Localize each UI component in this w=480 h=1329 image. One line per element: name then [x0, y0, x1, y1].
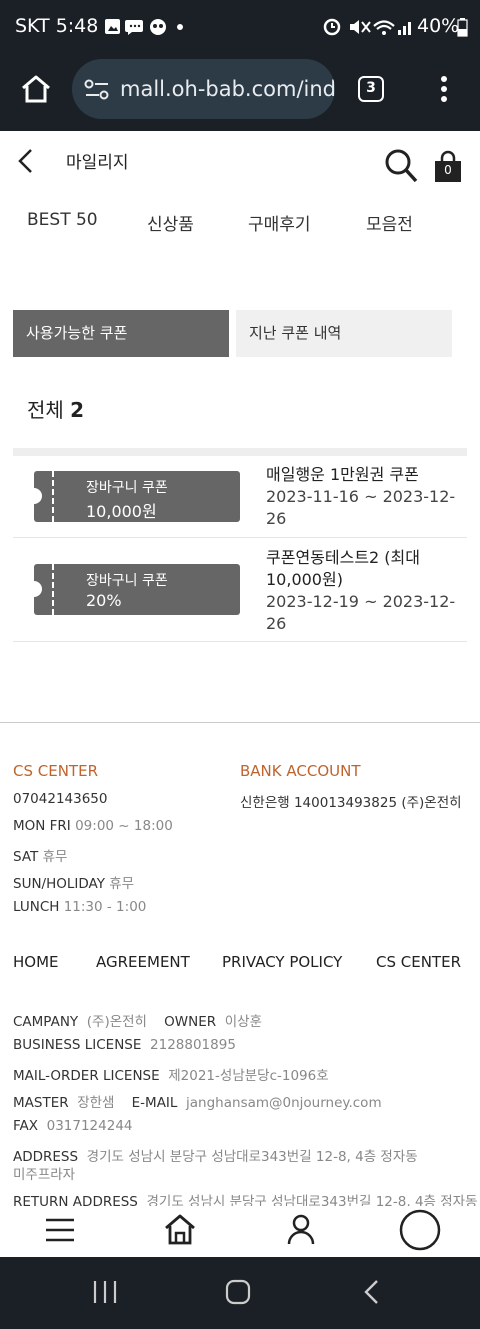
page-title: 마일리지 [66, 153, 129, 173]
coupon-card: 장바구니 쿠폰 20% [34, 564, 240, 615]
cs-saturday: SAT 휴무 [13, 845, 67, 865]
footer-link-privacy[interactable]: PRIVACY POLICY [222, 953, 342, 971]
back-button-icon[interactable] [362, 1279, 382, 1305]
cs-phone[interactable]: 07042143650 [13, 791, 107, 807]
sun-value: 휴무 [109, 876, 135, 892]
url-bar[interactable]: mall.oh-bab.com/inde [72, 59, 335, 119]
home-button-icon[interactable] [225, 1279, 251, 1305]
master-value: 장한샘 [77, 1095, 115, 1111]
biz-value: 2128801895 [150, 1037, 236, 1053]
address-value: 경기도 성남시 분당구 성남대로343번길 12-8, 4층 정자동 [86, 1149, 418, 1165]
coupon-card: 장바구니 쿠폰 10,000원 [34, 471, 240, 522]
coupon-dates: 2023-12-19 ~ 2023-12-26 [266, 592, 456, 633]
total-count: 2 [70, 398, 85, 422]
search-icon[interactable] [384, 148, 418, 184]
coupon-card-label: 장바구니 쿠폰 [86, 573, 168, 589]
coupon-perforation [52, 564, 54, 615]
biz-label: BUSINESS LICENSE [13, 1037, 142, 1053]
system-status-icons [323, 18, 411, 36]
system-navigation-bar [0, 1257, 480, 1329]
mail-value: 제2021-성남분당c-1096호 [168, 1068, 329, 1084]
mail-order-license: MAIL-ORDER LICENSE 제2021-성남분당c-1096호 [13, 1064, 329, 1084]
tab-available-coupons[interactable]: 사용가능한 쿠폰 [13, 310, 229, 357]
sat-value: 휴무 [42, 849, 68, 865]
address: ADDRESS 경기도 성남시 분당구 성남대로343번길 12-8, 4층 정… [13, 1145, 418, 1165]
hours-label: MON FRI [13, 818, 71, 834]
cart-button[interactable]: 0 [434, 150, 462, 184]
address-line-2: 미주프라자 [13, 1167, 76, 1183]
coupon-notch [34, 581, 42, 597]
cs-lunch: LUNCH 11:30 - 1:00 [13, 899, 146, 915]
coupon-dates: 2023-11-16 ~ 2023-12-26 [266, 487, 456, 528]
nav-reviews[interactable]: 구매후기 [248, 210, 311, 235]
home-icon[interactable] [20, 74, 52, 104]
owner-label: OWNER [164, 1014, 217, 1030]
battery-percent: 40% [417, 15, 460, 37]
lunch-value: 11:30 - 1:00 [63, 899, 147, 915]
my-page-icon[interactable] [286, 1213, 316, 1245]
coupon-notch [34, 488, 42, 504]
home-nav-icon[interactable] [163, 1212, 197, 1246]
nav-new-products[interactable]: 신상품 [147, 210, 194, 235]
status-time: SKT 5:48 [15, 15, 99, 37]
cs-center-heading: CS CENTER [13, 762, 98, 780]
menu-icon[interactable] [44, 1218, 76, 1242]
coupon-card-value: 10,000원 [86, 502, 157, 521]
lunch-label: LUNCH [13, 899, 60, 915]
sat-label: SAT [13, 849, 39, 865]
coupon-perforation [52, 471, 54, 522]
bank-account-heading: BANK ACCOUNT [240, 762, 361, 780]
hours-value: 09:00 ~ 18:00 [75, 818, 173, 834]
fax-value: 0317124244 [46, 1118, 133, 1134]
cs-hours: MON FRI 09:00 ~ 18:00 [13, 818, 173, 834]
url-text: mall.oh-bab.com/inde [120, 77, 335, 101]
nav-best50[interactable]: BEST 50 [27, 210, 98, 230]
cs-sunday: SUN/HOLIDAY 휴무 [13, 872, 134, 892]
footer-divider [0, 722, 480, 723]
cart-count: 0 [444, 163, 452, 177]
tab-past-coupons[interactable]: 지난 쿠폰 내역 [236, 310, 452, 357]
company-label: CAMPANY [13, 1014, 79, 1030]
company-value: (주)온전히 [86, 1014, 147, 1030]
email-label: E-MAIL [131, 1095, 178, 1111]
bottom-app-bar [0, 1206, 480, 1256]
owner-value: 이상훈 [224, 1014, 262, 1030]
site-settings-icon[interactable] [84, 79, 110, 101]
recent-apps-icon[interactable] [92, 1279, 118, 1305]
fax-label: FAX [13, 1118, 39, 1134]
company-info: CAMPANY (주)온전히 OWNER 이상훈 [13, 1010, 262, 1030]
fax: FAX 0317124244 [13, 1118, 133, 1134]
master-label: MASTER [13, 1095, 69, 1111]
browser-toolbar: mall.oh-bab.com/inde 3 [0, 54, 480, 131]
footer-link-home[interactable]: HOME [13, 953, 59, 971]
coupon-card-value: 20% [86, 591, 122, 610]
total-label: 전체 [27, 398, 64, 422]
business-license: BUSINESS LICENSE 2128801895 [13, 1037, 236, 1053]
coupon-name: 매일행운 1만원권 쿠폰 [266, 465, 419, 484]
tab-switcher-button[interactable]: 3 [358, 76, 384, 102]
browser-chrome: SKT 5:48 40% mall.oh-bab.com/inde 3 [0, 0, 480, 131]
notification-icons [105, 19, 183, 35]
coupon-name: 쿠폰연동테스트2 (최대 10,000원) [266, 548, 420, 589]
row-divider [13, 641, 467, 642]
list-top-divider [13, 448, 467, 456]
coupon-card-label: 장바구니 쿠폰 [86, 480, 168, 496]
circle-button-icon[interactable] [399, 1209, 441, 1251]
sun-label: SUN/HOLIDAY [13, 876, 105, 892]
battery-icon [457, 18, 468, 37]
more-options-icon[interactable] [438, 74, 450, 104]
footer-link-cs[interactable]: CS CENTER [376, 953, 461, 971]
coupon-total: 전체 2 [27, 394, 84, 423]
master-email: MASTER 장한샘 E-MAIL janghansam@0njourney.c… [13, 1091, 382, 1111]
footer-link-agreement[interactable]: AGREEMENT [96, 953, 190, 971]
nav-collections[interactable]: 모음전 [366, 210, 413, 235]
back-arrow-icon[interactable] [16, 148, 36, 174]
email-value[interactable]: janghansam@0njourney.com [186, 1095, 382, 1111]
bank-account-info: 신한은행 140013493825 (주)온전히 [240, 795, 462, 811]
row-divider [13, 537, 467, 538]
status-bar: SKT 5:48 40% [0, 0, 480, 54]
mail-label: MAIL-ORDER LICENSE [13, 1068, 160, 1084]
